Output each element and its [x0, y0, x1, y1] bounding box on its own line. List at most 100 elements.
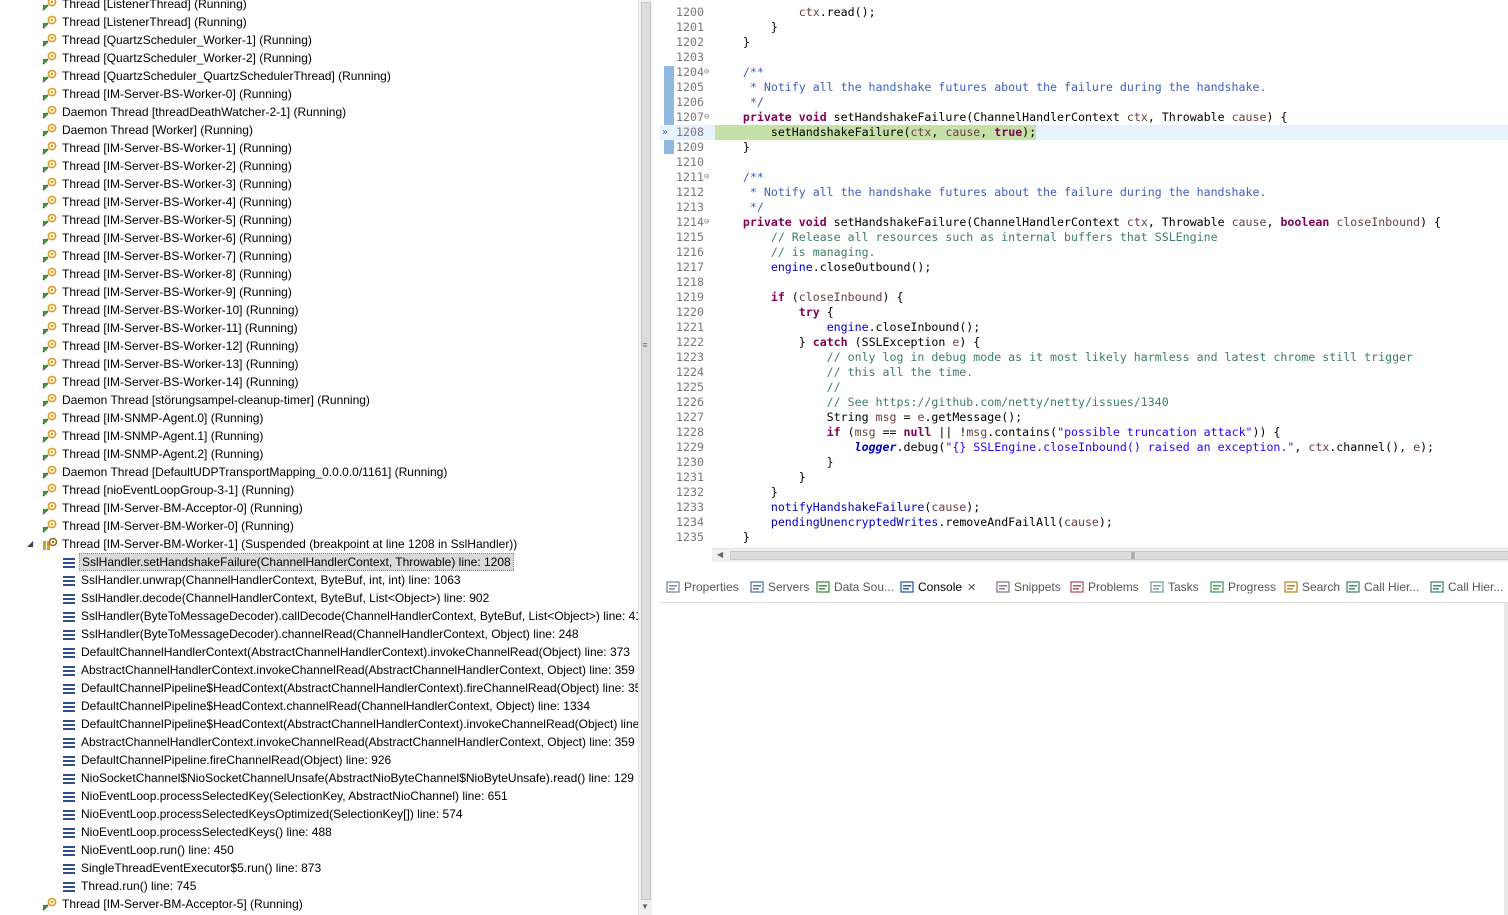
code-line[interactable]: 1204 ⊖ /** — [660, 65, 1508, 80]
code-line[interactable]: 1203 — [660, 50, 1508, 65]
thread-item[interactable]: ◢ Thread [IM-Server-BM-Worker-1] (Suspend… — [0, 535, 638, 553]
thread-item[interactable]: Thread [IM-Server-BS-Worker-11] (Running… — [0, 319, 638, 337]
code-line[interactable]: 1212 * Notify all the handshake futures … — [660, 185, 1508, 200]
tab-snippets[interactable]: Snippets — [996, 577, 1061, 597]
code-line[interactable]: 1213 */ — [660, 200, 1508, 215]
expand-toggle-icon[interactable]: ◢ — [27, 535, 37, 553]
thread-item[interactable]: Thread [IM-Server-BM-Acceptor-5] (Runnin… — [0, 895, 638, 913]
stack-frame-item[interactable]: Thread.run() line: 745 — [0, 877, 638, 895]
java-editor[interactable]: 1200 ctx.read(); 1201 } 1202 } 1203 1204 ⊖ /*… — [660, 0, 1508, 562]
code-line[interactable]: 1233 notifyHandshakeFailure(cause); — [660, 500, 1508, 515]
fold-collapse-icon[interactable]: ⊖ — [704, 215, 709, 230]
code-line[interactable]: 1221 engine.closeInbound(); — [660, 320, 1508, 335]
thread-item[interactable]: Thread [nioEventLoopGroup-3-1] (Running) — [0, 481, 638, 499]
stack-frame-item[interactable]: NioEventLoop.processSelectedKeys() line:… — [0, 823, 638, 841]
stack-frame-item[interactable]: DefaultChannelHandlerContext(AbstractCha… — [0, 643, 638, 661]
debug-tree-scroll-thumb[interactable] — [641, 2, 651, 900]
thread-item[interactable]: Thread [IM-Server-BS-Worker-3] (Running) — [0, 175, 638, 193]
tab-properties[interactable]: Properties — [666, 577, 739, 597]
thread-item[interactable]: Thread [QuartzScheduler_Worker-1] (Runni… — [0, 31, 638, 49]
code-line[interactable]: 1223 // only log in debug mode as it mos… — [660, 350, 1508, 365]
code-line[interactable]: 1226 // See https://github.com/netty/net… — [660, 395, 1508, 410]
stack-frame-item[interactable]: DefaultChannelPipeline$HeadContext(Abstr… — [0, 679, 638, 697]
thread-item[interactable]: Thread [IM-Server-BS-Worker-14] (Running… — [0, 373, 638, 391]
thread-item[interactable]: Daemon Thread [threadDeathWatcher-2-1] (… — [0, 103, 638, 121]
view-sash[interactable] — [652, 0, 660, 915]
tab-data-source[interactable]: Data Sou... — [816, 577, 894, 597]
console-scrollbar[interactable] — [1504, 603, 1508, 915]
code-line[interactable]: 1201 } — [660, 20, 1508, 35]
stack-frame-item[interactable]: NioEventLoop.processSelectedKey(Selectio… — [0, 787, 638, 805]
debug-tree-scrollbar[interactable] — [638, 0, 652, 915]
thread-item[interactable]: Daemon Thread [Worker] (Running) — [0, 121, 638, 139]
code-line[interactable]: 1207 ⊖ private void setHandshakeFailure(C… — [660, 110, 1508, 125]
tab-console[interactable]: Console ✕ — [900, 577, 977, 599]
stack-frame-item[interactable]: AbstractChannelHandlerContext.invokeChan… — [0, 733, 638, 751]
thread-item[interactable]: Thread [IM-Server-BM-Acceptor-0] (Runnin… — [0, 499, 638, 517]
code-line[interactable]: 1234 pendingUnencryptedWrites.removeAndF… — [660, 515, 1508, 530]
code-line[interactable]: 1219 if (closeInbound) { — [660, 290, 1508, 305]
code-line[interactable]: 1216 // is managing. — [660, 245, 1508, 260]
stack-frame-item[interactable]: NioEventLoop.processSelectedKeysOptimize… — [0, 805, 638, 823]
close-icon[interactable]: ✕ — [967, 578, 976, 598]
thread-item[interactable]: Thread [ListenerThread] (Running) — [0, 0, 638, 13]
thread-item[interactable]: Thread [IM-SNMP-Agent.1] (Running) — [0, 427, 638, 445]
fold-collapse-icon[interactable]: ⊖ — [704, 65, 709, 80]
stack-frame-item[interactable]: SslHandler.decode(ChannelHandlerContext,… — [0, 589, 638, 607]
tab-call-hierarchy[interactable]: Call Hier... — [1346, 577, 1419, 597]
thread-item[interactable]: Thread [IM-Server-BS-Worker-4] (Running) — [0, 193, 638, 211]
code-line[interactable]: 1225 // — [660, 380, 1508, 395]
editor-hscroll-thumb[interactable]: ⦀ — [730, 551, 1508, 561]
code-line[interactable]: 1227 String msg = e.getMessage(); — [660, 410, 1508, 425]
tab-call-hierarchy[interactable]: Call Hier... — [1430, 577, 1503, 597]
thread-item[interactable]: Thread [IM-Server-BM-Worker-0] (Running) — [0, 517, 638, 535]
code-line[interactable]: 1235 } — [660, 530, 1508, 545]
code-line[interactable]: 1220 try { — [660, 305, 1508, 320]
thread-item[interactable]: Thread [IM-Server-BS-Worker-12] (Running… — [0, 337, 638, 355]
scroll-left-arrow-icon[interactable]: ◀ — [717, 550, 723, 559]
stack-frame-item[interactable]: AbstractChannelHandlerContext.invokeChan… — [0, 661, 638, 679]
thread-item[interactable]: Thread [IM-Server-BS-Worker-13] (Running… — [0, 355, 638, 373]
code-line[interactable]: 1206 */ — [660, 95, 1508, 110]
stack-frame-item[interactable]: DefaultChannelPipeline$HeadContext(Abstr… — [0, 715, 638, 733]
code-line[interactable]: 1202 } — [660, 35, 1508, 50]
fold-collapse-icon[interactable]: ⊖ — [704, 110, 709, 125]
thread-item[interactable]: Thread [IM-Server-BS-Worker-1] (Running) — [0, 139, 638, 157]
thread-item[interactable]: Thread [IM-Server-BS-Worker-5] (Running) — [0, 211, 638, 229]
thread-item[interactable]: Thread [IM-Server-BS-Worker-0] (Running) — [0, 85, 638, 103]
code-line[interactable]: 1215 // Release all resources such as in… — [660, 230, 1508, 245]
code-line[interactable]: 1200 ctx.read(); — [660, 5, 1508, 20]
code-line[interactable]: 1229 logger.debug("{} SSLEngine.closeInb… — [660, 440, 1508, 455]
thread-item[interactable]: Thread [QuartzScheduler_Worker-2] (Runni… — [0, 49, 638, 67]
stack-frame-item[interactable]: SslHandler(ByteToMessageDecoder).channel… — [0, 625, 638, 643]
stack-frame-item[interactable]: SslHandler(ByteToMessageDecoder).callDec… — [0, 607, 638, 625]
stack-frame-item[interactable]: DefaultChannelPipeline$HeadContext.chann… — [0, 697, 638, 715]
code-line[interactable]: 1222 } catch (SSLException e) { — [660, 335, 1508, 350]
stack-frame-item[interactable]: SslHandler.unwrap(ChannelHandlerContext,… — [0, 571, 638, 589]
stack-frame-item[interactable]: NioEventLoop.run() line: 450 — [0, 841, 638, 859]
editor-horizontal-scrollbar[interactable]: ◀ ⦀ — [712, 548, 1508, 562]
stack-frame-item[interactable]: DefaultChannelPipeline.fireChannelRead(O… — [0, 751, 638, 769]
code-line[interactable]: 1211 ⊖ /** — [660, 170, 1508, 185]
thread-item[interactable]: Daemon Thread [DefaultUDPTransportMappin… — [0, 463, 638, 481]
tab-servers[interactable]: Servers — [750, 577, 809, 597]
code-line[interactable]: 1205 * Notify all the handshake futures … — [660, 80, 1508, 95]
thread-item[interactable]: Daemon Thread [störungsampel-cleanup-tim… — [0, 391, 638, 409]
code-line[interactable]: 1209 } — [660, 140, 1508, 155]
code-line[interactable]: 1224 // this all the time. — [660, 365, 1508, 380]
thread-item[interactable]: Thread [IM-SNMP-Agent.2] (Running) — [0, 445, 638, 463]
code-line[interactable]: 1228 if (msg == null || !msg.contains("p… — [660, 425, 1508, 440]
thread-item[interactable]: Thread [IM-Server-BS-Worker-7] (Running) — [0, 247, 638, 265]
code-line[interactable]: » 1208 setHandshakeFailure(ctx, cause, tr… — [660, 125, 1508, 140]
thread-item[interactable]: Thread [IM-Server-BS-Worker-6] (Running) — [0, 229, 638, 247]
scroll-down-arrow-icon[interactable]: ▼ — [640, 902, 650, 911]
tab-progress[interactable]: Progress — [1210, 577, 1276, 597]
code-line[interactable]: 1232 } — [660, 485, 1508, 500]
code-line[interactable]: 1210 — [660, 155, 1508, 170]
tab-problems[interactable]: Problems — [1070, 577, 1139, 597]
tab-search[interactable]: Search — [1284, 577, 1340, 597]
code-line[interactable]: 1231 } — [660, 470, 1508, 485]
thread-item[interactable]: Thread [IM-SNMP-Agent.0] (Running) — [0, 409, 638, 427]
code-line[interactable]: 1230 } — [660, 455, 1508, 470]
thread-item[interactable]: Thread [IM-Server-BS-Worker-10] (Running… — [0, 301, 638, 319]
